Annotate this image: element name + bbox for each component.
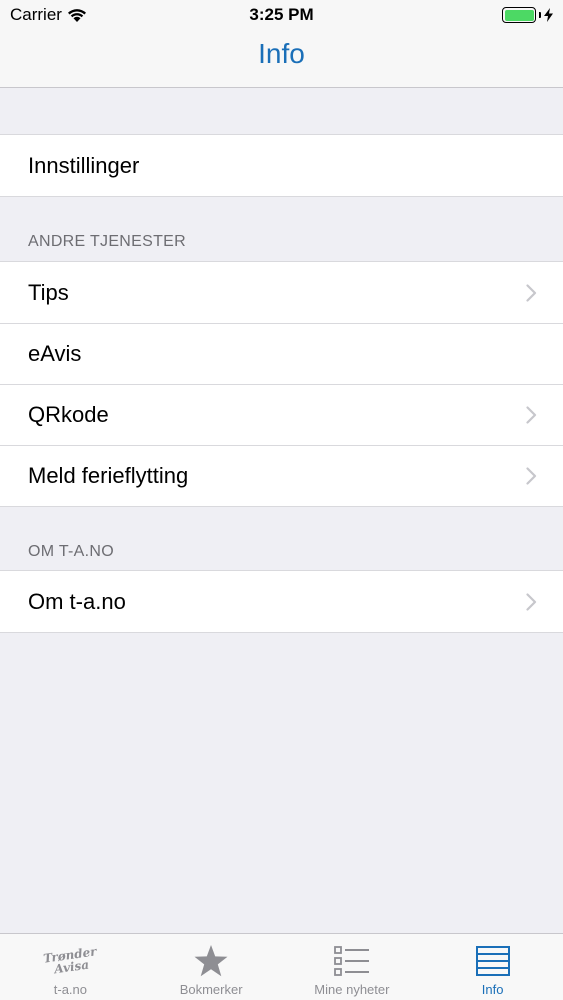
row-label: Tips	[28, 279, 69, 305]
tab-info[interactable]: Info	[422, 934, 563, 1000]
tab-label: Info	[481, 982, 504, 997]
settings-group: Innstillinger	[0, 134, 563, 197]
battery-icon	[502, 7, 536, 23]
chevron-right-icon	[526, 466, 537, 485]
row-label: Meld ferieflytting	[28, 462, 189, 488]
about-group: Om t-a.no	[0, 570, 563, 633]
tab-t-a-no[interactable]: Trønder Avisa t-a.no	[0, 934, 141, 1000]
row-label: QRkode	[28, 401, 109, 427]
star-icon	[191, 942, 231, 980]
navigation-bar: Carrier 3:25 PM Info	[0, 0, 563, 88]
row-tips[interactable]: Tips	[0, 262, 563, 323]
battery-level	[504, 9, 534, 21]
tronder-avisa-logo-icon: Trønder Avisa	[42, 942, 97, 980]
tab-bar: Trønder Avisa t-a.no Bokmerker Mine nyhe…	[0, 933, 563, 1000]
tab-label: Bokmerker	[179, 982, 243, 997]
row-label: Om t-a.no	[28, 588, 126, 614]
logo-wordmark: Trønder Avisa	[42, 944, 98, 976]
row-qrkode[interactable]: QRkode	[0, 384, 563, 445]
screen: Carrier 3:25 PM Info Innstillinger ANDRE…	[0, 0, 563, 1000]
row-label: Innstillinger	[28, 152, 140, 178]
section-header-about: OM T-A.NO	[28, 543, 114, 560]
list-lines-icon	[473, 942, 513, 980]
row-eavis[interactable]: eAvis	[0, 323, 563, 384]
battery-tip	[539, 12, 541, 18]
page-title: Info	[258, 38, 305, 69]
tab-bokmerker[interactable]: Bokmerker	[141, 934, 282, 1000]
chevron-right-icon	[526, 405, 537, 424]
checklist-icon	[332, 942, 372, 980]
row-innstillinger[interactable]: Innstillinger	[0, 135, 563, 196]
battery-indicator	[502, 7, 553, 23]
tab-label: Mine nyheter	[314, 982, 390, 997]
status-bar: Carrier 3:25 PM	[0, 0, 563, 30]
tab-mine-nyheter[interactable]: Mine nyheter	[282, 934, 423, 1000]
row-meld-ferieflytting[interactable]: Meld ferieflytting	[0, 445, 563, 506]
status-time: 3:25 PM	[249, 5, 314, 24]
chevron-right-icon	[526, 283, 537, 302]
tab-label: t-a.no	[53, 982, 87, 997]
services-group: Tips eAvis QRkode Meld ferieflytting	[0, 261, 563, 507]
row-om-t-a-no[interactable]: Om t-a.no	[0, 571, 563, 632]
section-header-services: ANDRE TJENESTER	[28, 233, 187, 250]
charging-bolt-icon	[544, 8, 553, 22]
row-label: eAvis	[28, 340, 82, 366]
chevron-right-icon	[526, 592, 537, 611]
